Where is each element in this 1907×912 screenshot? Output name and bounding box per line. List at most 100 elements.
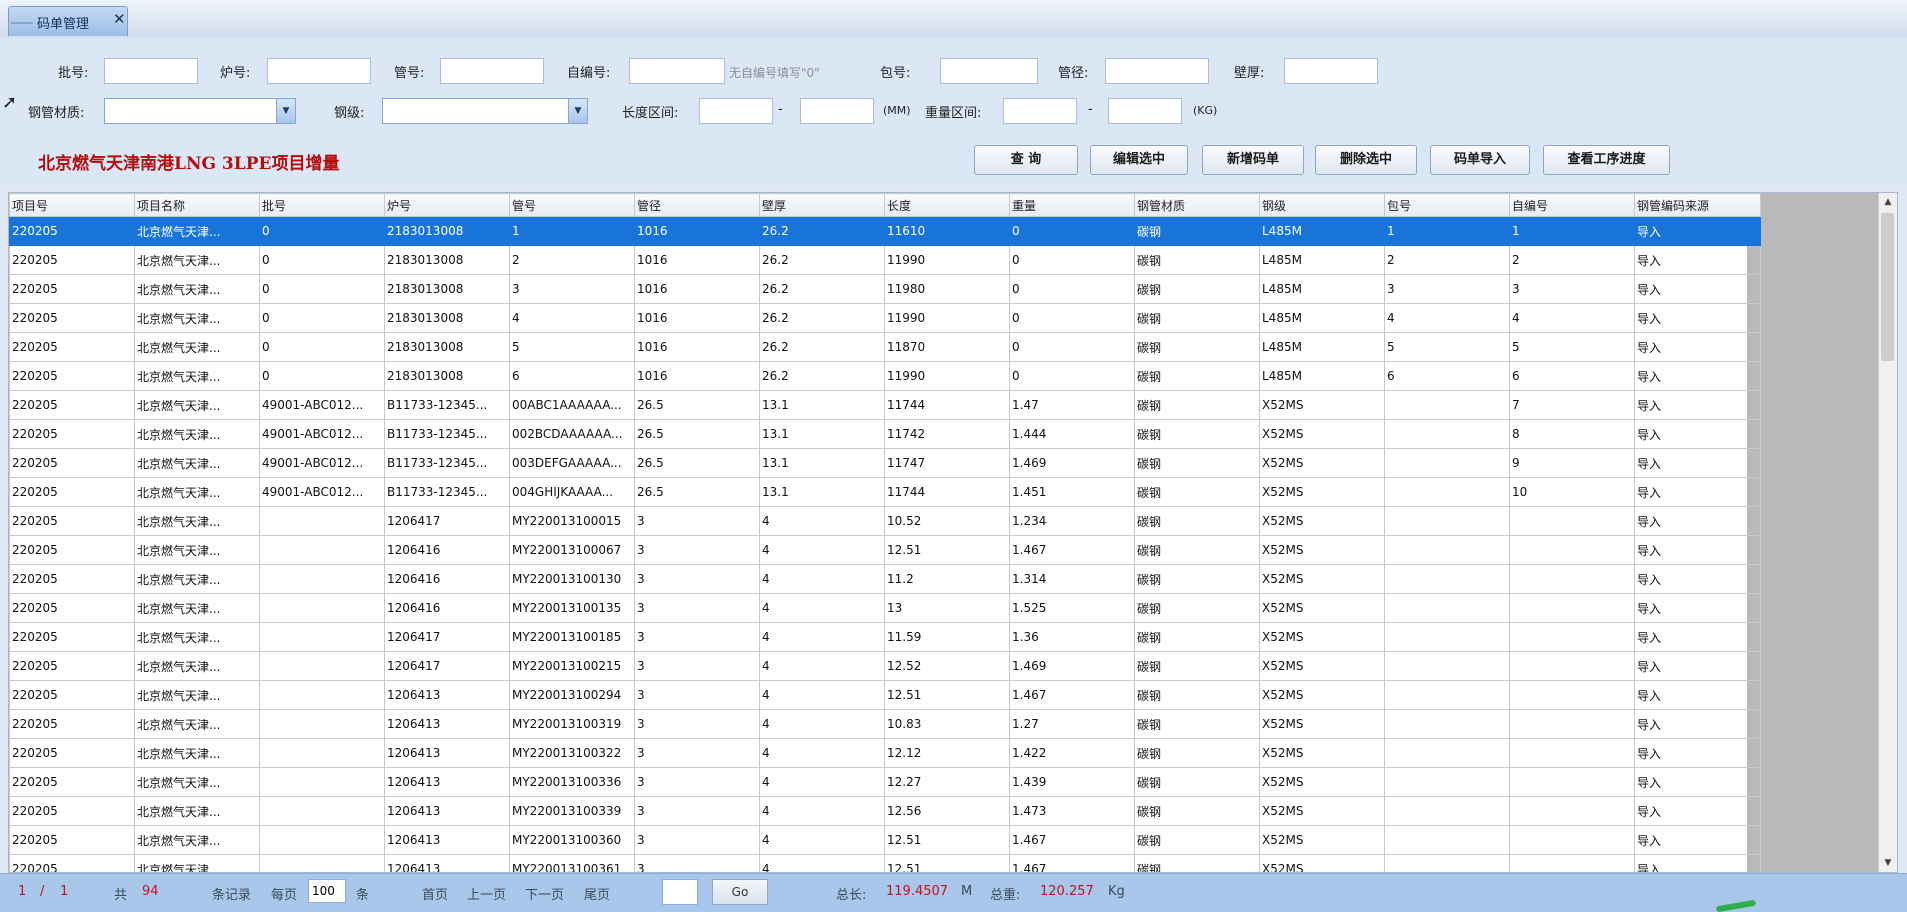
table-cell: 12.51	[884, 825, 1010, 855]
table-row[interactable]: 220205 北京燃气天津... 1206413 MY220013100360 3 4 12…	[9, 825, 1761, 855]
table-cell: 导入	[1634, 448, 1761, 478]
column-header[interactable]: 自编号	[1509, 193, 1635, 217]
table-row[interactable]: 220205 北京燃气天津... 1206413 MY220013100319 3 4 10…	[9, 709, 1761, 739]
furnace-label: 炉号:	[220, 66, 251, 81]
table-cell	[1509, 680, 1635, 710]
weight-min-input[interactable]	[1003, 98, 1077, 124]
table-row[interactable]: 220205 北京燃气天津... 1206416 MY220013100130 3 4 11…	[9, 564, 1761, 594]
table-row[interactable]: 220205 北京燃气天津... 1206416 MY220013100135 3 4 13…	[9, 593, 1761, 623]
weight-max-input[interactable]	[1108, 98, 1182, 124]
per-page-input[interactable]	[308, 879, 346, 903]
next-page-link[interactable]: 下一页	[525, 884, 564, 903]
total-weight-label: 总重:	[990, 888, 1021, 903]
scroll-up-icon[interactable]: ▲	[1879, 193, 1897, 211]
table-cell: 北京燃气天津...	[134, 564, 260, 594]
table-cell: X52MS	[1259, 448, 1385, 478]
table-cell: 2183013008	[384, 303, 510, 333]
column-header[interactable]: 钢管编码来源	[1634, 193, 1761, 217]
table-row[interactable]: 220205 北京燃气天津... 49001-ABC012... B11733-123…	[9, 477, 1761, 507]
query-button[interactable]: 查 询	[974, 145, 1078, 175]
table-cell: 碳钢	[1134, 680, 1260, 710]
column-header[interactable]: 管径	[634, 193, 760, 217]
column-header[interactable]: 批号	[259, 193, 385, 217]
table-row[interactable]: 220205 北京燃气天津... 49001-ABC012... B11733-123…	[9, 419, 1761, 449]
table-row[interactable]: 220205 北京燃气天津... 1206413 MY220013100322 3 4 12…	[9, 738, 1761, 768]
column-header[interactable]: 项目号	[9, 193, 135, 217]
table-cell: 1016	[634, 332, 760, 362]
self-no-input[interactable]	[629, 58, 725, 84]
column-header[interactable]: 壁厚	[759, 193, 885, 217]
view-progress-button[interactable]: 查看工序进度	[1543, 145, 1670, 175]
page-jump-input[interactable]	[662, 879, 698, 905]
table-cell: 4	[759, 680, 885, 710]
furnace-input[interactable]	[267, 58, 371, 84]
edit-selected-button[interactable]: 编辑选中	[1090, 145, 1188, 175]
table-cell	[1509, 535, 1635, 565]
scrollbar-thumb[interactable]	[1881, 213, 1894, 361]
package-input[interactable]	[940, 58, 1038, 84]
vertical-scrollbar[interactable]: ▲ ▼	[1878, 193, 1897, 872]
chevron-down-icon[interactable]: ▼	[276, 99, 295, 123]
table-row[interactable]: 220205 北京燃气天津... 1206417 MY220013100185 3 4 11…	[9, 622, 1761, 652]
go-button[interactable]: Go	[712, 879, 768, 905]
table-cell: 碳钢	[1134, 274, 1260, 304]
weight-range-label: 重量区间:	[925, 106, 982, 121]
pipe-no-input[interactable]	[440, 58, 544, 84]
table-cell	[259, 564, 385, 594]
column-header[interactable]: 重量	[1009, 193, 1135, 217]
column-header[interactable]: 炉号	[384, 193, 510, 217]
table-cell: 11980	[884, 274, 1010, 304]
table-cell: 00ABC1AAAAAA...	[509, 390, 635, 420]
chevron-down-icon[interactable]: ▼	[568, 99, 587, 123]
column-header[interactable]: 长度	[884, 193, 1010, 217]
table-cell	[1509, 593, 1635, 623]
table-row[interactable]: 220205 北京燃气天津... 1206413 MY220013100339 3 4 12…	[9, 796, 1761, 826]
table-row[interactable]: 220205 北京燃气天津... 0 2183013008 1 1016 26.2 11610…	[9, 216, 1761, 246]
table-cell: 26.5	[634, 448, 760, 478]
delete-selected-button[interactable]: 删除选中	[1315, 145, 1417, 175]
column-header[interactable]: 包号	[1384, 193, 1510, 217]
first-page-link[interactable]: 首页	[422, 884, 448, 903]
add-code-button[interactable]: 新增码单	[1202, 145, 1304, 175]
table-row[interactable]: 220205 北京燃气天津... 0 2183013008 3 1016 26.2 11980…	[9, 274, 1761, 304]
table-row[interactable]: 220205 北京燃气天津... 0 2183013008 2 1016 26.2 11990…	[9, 245, 1761, 275]
table-row[interactable]: 220205 北京燃气天津... 49001-ABC012... B11733-123…	[9, 448, 1761, 478]
last-page-link[interactable]: 尾页	[584, 884, 610, 903]
diameter-input[interactable]	[1105, 58, 1209, 84]
table-row[interactable]: 220205 北京燃气天津... 1206416 MY220013100067 3 4 12…	[9, 535, 1761, 565]
table-cell: 1016	[634, 274, 760, 304]
length-min-input[interactable]	[699, 98, 773, 124]
table-row[interactable]: 220205 北京燃气天津... 0 2183013008 5 1016 26.2 11870…	[9, 332, 1761, 362]
column-header[interactable]: 钢管材质	[1134, 193, 1260, 217]
table-cell: 4	[759, 506, 885, 536]
table-row[interactable]: 220205 北京燃气天津... 1206413 MY220013100336 3 4 12…	[9, 767, 1761, 797]
close-icon[interactable]: ✕	[113, 10, 126, 28]
prev-page-link[interactable]: 上一页	[467, 884, 506, 903]
table-cell: 4	[1384, 303, 1510, 333]
table-row[interactable]: 220205 北京燃气天津... 1206413 MY220013100294 3 4 12…	[9, 680, 1761, 710]
grade-select[interactable]: ▼	[382, 98, 588, 124]
column-header[interactable]: 项目名称	[134, 193, 260, 217]
material-select[interactable]: ▼	[104, 98, 296, 124]
table-row[interactable]: 220205 北京燃气天津... 1206417 MY220013100215 3 4 12…	[9, 651, 1761, 681]
column-header[interactable]: 管号	[509, 193, 635, 217]
table-row[interactable]: 220205 北京燃气天津... 0 2183013008 4 1016 26.2 11990…	[9, 303, 1761, 333]
table-cell: X52MS	[1259, 709, 1385, 739]
table-cell	[1509, 709, 1635, 739]
tab-code-management[interactable]: 码单管理 ✕	[8, 6, 128, 36]
length-max-input[interactable]	[800, 98, 874, 124]
table-row[interactable]: 220205 北京燃气天津... 1206417 MY220013100015 3 4 10…	[9, 506, 1761, 536]
thickness-input[interactable]	[1284, 58, 1378, 84]
table-row[interactable]: 220205 北京燃气天津... 1206413 MY220013100361 3 4 12…	[9, 854, 1761, 872]
scroll-down-icon[interactable]: ▼	[1879, 854, 1897, 872]
length-range-label: 长度区间:	[622, 106, 679, 121]
table-row[interactable]: 220205 北京燃气天津... 0 2183013008 6 1016 26.2 11990…	[9, 361, 1761, 391]
table-cell	[1384, 564, 1510, 594]
table-cell: 碳钢	[1134, 738, 1260, 768]
table-row[interactable]: 220205 北京燃气天津... 49001-ABC012... B11733-123…	[9, 390, 1761, 420]
batch-input[interactable]	[104, 58, 198, 84]
column-header[interactable]: 钢级	[1259, 193, 1385, 217]
table-cell: X52MS	[1259, 506, 1385, 536]
table-cell: 3	[634, 651, 760, 681]
import-code-button[interactable]: 码单导入	[1430, 145, 1530, 175]
